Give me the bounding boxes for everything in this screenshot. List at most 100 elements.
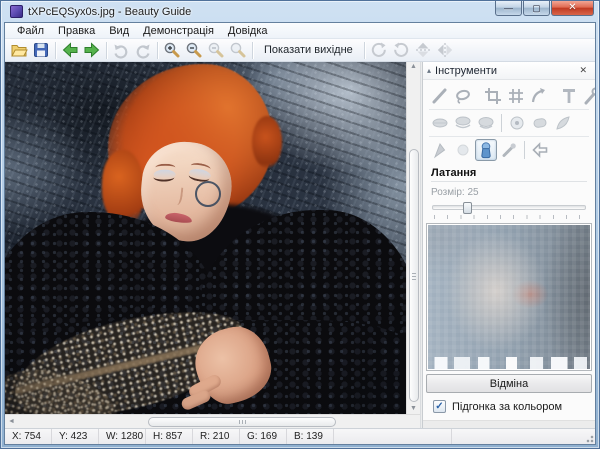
section-title: Латання (431, 167, 587, 182)
scroll-down-icon[interactable]: ▼ (410, 404, 417, 414)
zoom-out-icon[interactable] (183, 40, 205, 61)
panel-empty-area (423, 420, 595, 428)
status-empty (334, 429, 452, 444)
photo-vignette (5, 62, 406, 414)
patch-preview-frame (426, 223, 592, 371)
image-canvas[interactable] (5, 62, 406, 414)
tools-panel-title: Інструменти (435, 65, 497, 77)
size-label: Розмір: 25 (431, 187, 587, 198)
tool-row-2 (429, 109, 589, 136)
tool-iris-icon[interactable] (506, 112, 528, 134)
horizontal-scrollbar[interactable]: ◄ (5, 414, 420, 428)
status-bar: X: 754 Y: 423 W: 1280 H: 857 R: 210 G: 1… (5, 428, 595, 444)
tool-lasso-icon[interactable] (452, 85, 474, 107)
undo-icon[interactable] (110, 40, 132, 61)
menu-bar: Файл Правка Вид Демонстрація Довідка (5, 23, 595, 39)
menu-view[interactable]: Вид (102, 24, 136, 38)
close-panel-icon[interactable]: ✕ (577, 65, 589, 76)
toolbar: Показати вихідне (5, 39, 595, 62)
show-original-button[interactable]: Показати вихідне (256, 42, 361, 58)
minimize-button[interactable]: — (495, 1, 522, 16)
canvas-column: ▲ ▼ ◄ (5, 62, 420, 428)
patch-tool-cursor (195, 181, 221, 207)
app-window: tXPcEQSyx0s.jpg - Beauty Guide — ▢ ✕ Фай… (0, 0, 600, 449)
scroll-up-icon[interactable]: ▲ (410, 62, 417, 72)
tool-cone-icon[interactable] (429, 139, 451, 161)
preview-white-blocks (428, 357, 590, 369)
rotate-ccw-icon[interactable] (390, 40, 412, 61)
tool-eyelid-lower-icon[interactable] (475, 112, 497, 134)
size-slider[interactable] (432, 201, 586, 219)
status-y: Y: 423 (52, 429, 99, 444)
tool-eyelid-upper-icon[interactable] (452, 112, 474, 134)
tool-apply-left-icon[interactable] (529, 139, 551, 161)
slider-track[interactable] (432, 205, 586, 210)
app-icon (10, 5, 23, 18)
tool-text-icon[interactable] (558, 85, 580, 107)
slider-thumb[interactable] (463, 202, 472, 214)
preview-pixelation (428, 225, 590, 369)
status-b: B: 139 (287, 429, 334, 444)
tool-row-1 (429, 83, 589, 109)
zoom-original-icon[interactable] (227, 40, 249, 61)
tool-blush-icon[interactable] (529, 112, 551, 134)
tools-panel-header: ▴ Інструменти ✕ (423, 62, 595, 80)
close-button[interactable]: ✕ (551, 1, 594, 16)
tool-wrench-icon[interactable] (581, 85, 595, 107)
status-x: X: 754 (5, 429, 52, 444)
title-bar[interactable]: tXPcEQSyx0s.jpg - Beauty Guide — ▢ ✕ (4, 1, 596, 22)
toolbar-separator (157, 42, 158, 59)
window-title: tXPcEQSyx0s.jpg - Beauty Guide (28, 6, 191, 18)
status-r: R: 210 (193, 429, 240, 444)
tool-lips-icon[interactable] (429, 112, 451, 134)
status-g: G: 169 (240, 429, 287, 444)
flip-horizontal-icon[interactable] (434, 40, 456, 61)
status-h: H: 857 (146, 429, 193, 444)
tool-separator (501, 114, 502, 132)
tool-crop-icon[interactable] (482, 85, 504, 107)
tool-row-3 (429, 136, 589, 163)
patch-preview-image (428, 225, 590, 369)
vertical-scroll-thumb[interactable] (409, 149, 419, 402)
forward-icon[interactable] (81, 40, 103, 61)
toolbar-separator (106, 42, 107, 59)
zoom-fit-icon[interactable] (205, 40, 227, 61)
menu-file[interactable]: Файл (10, 24, 51, 38)
rotate-cw-icon[interactable] (368, 40, 390, 61)
patch-section: Латання Розмір: 25 (423, 163, 595, 219)
horizontal-scroll-thumb[interactable] (148, 417, 336, 427)
maximize-button[interactable]: ▢ (523, 1, 550, 16)
menu-demonstration[interactable]: Демонстрація (136, 24, 221, 38)
tool-soft-dot-icon[interactable] (452, 139, 474, 161)
slider-ticks (434, 215, 584, 219)
resize-grip[interactable] (584, 433, 594, 443)
tool-pin-icon[interactable] (498, 139, 520, 161)
toolbar-separator (55, 42, 56, 59)
save-icon[interactable] (30, 40, 52, 61)
match-color-label: Підгонка за кольором (452, 401, 562, 413)
tool-curve-icon[interactable] (528, 85, 550, 107)
zoom-in-icon[interactable] (161, 40, 183, 61)
match-color-row: ✓ Підгонка за кольором (433, 400, 589, 413)
tool-buttons (423, 80, 595, 163)
tool-leaf-icon[interactable] (552, 112, 574, 134)
collapse-panel-icon[interactable]: ▴ (427, 66, 431, 75)
vertical-scrollbar[interactable]: ▲ ▼ (406, 62, 420, 414)
tools-panel: ▴ Інструменти ✕ (422, 62, 595, 428)
tool-patch-icon[interactable] (475, 139, 497, 161)
menu-help[interactable]: Довідка (221, 24, 275, 38)
flip-vertical-icon[interactable] (412, 40, 434, 61)
tool-grid-icon[interactable] (505, 85, 527, 107)
tool-separator (524, 141, 525, 159)
back-icon[interactable] (59, 40, 81, 61)
menu-edit[interactable]: Правка (51, 24, 102, 38)
status-w: W: 1280 (99, 429, 146, 444)
match-color-checkbox[interactable]: ✓ (433, 400, 446, 413)
toolbar-separator (364, 42, 365, 59)
scroll-left-icon[interactable]: ◄ (8, 417, 15, 427)
redo-icon[interactable] (132, 40, 154, 61)
cancel-button[interactable]: Відміна (426, 374, 592, 393)
tool-line-icon[interactable] (429, 85, 451, 107)
open-icon[interactable] (8, 40, 30, 61)
toolbar-separator (252, 42, 253, 59)
